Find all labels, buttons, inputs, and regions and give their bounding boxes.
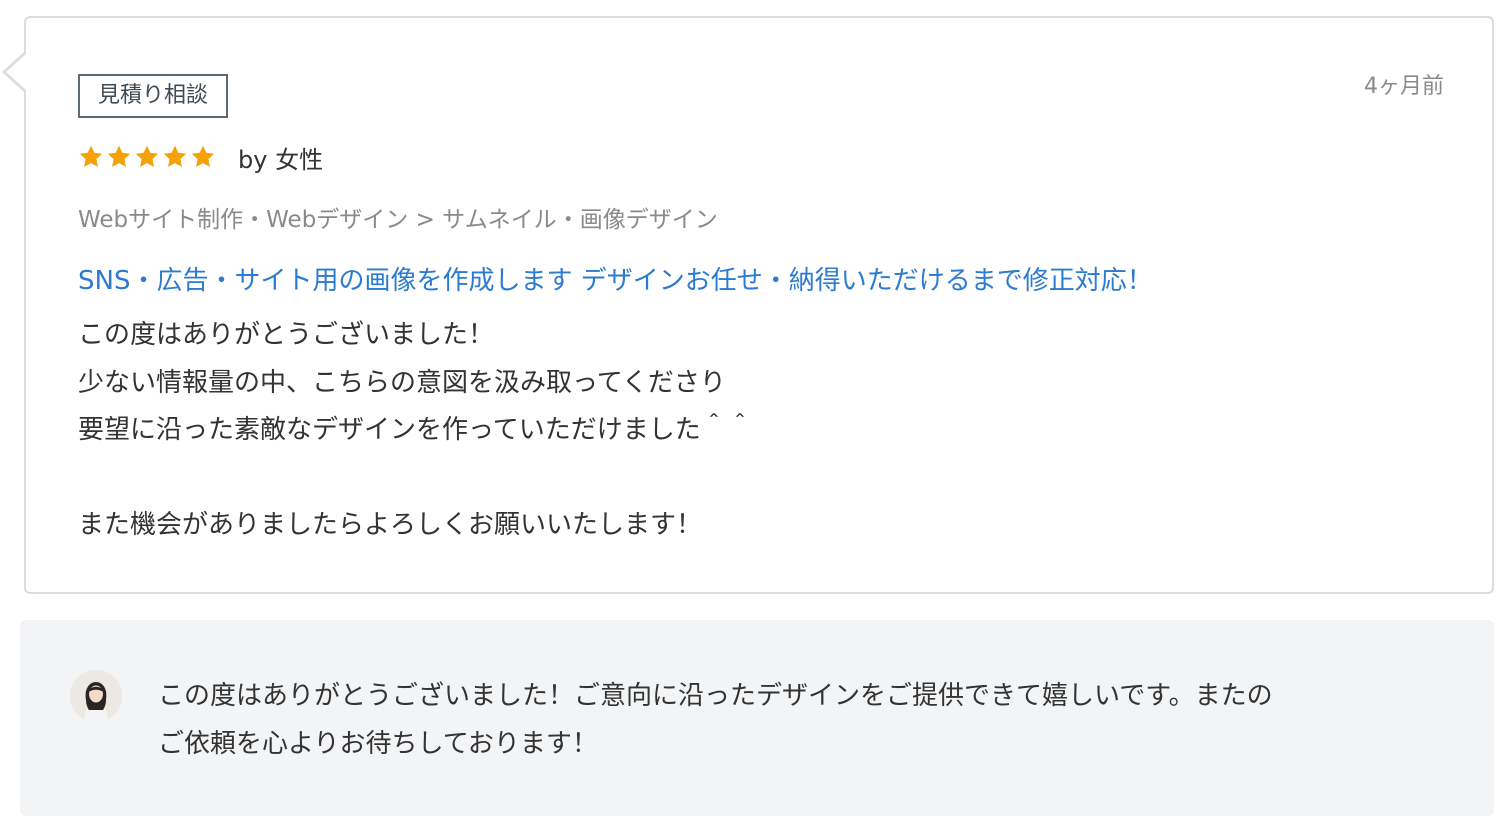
star-icon [78, 144, 104, 170]
comment-line: 要望に沿った素敵なデザインを作っていただけました＾＾ [78, 415, 753, 446]
seller-avatar[interactable] [70, 670, 122, 722]
star-rating [78, 144, 216, 170]
comment-line [78, 455, 1378, 503]
comment-line: また機会がありましたらよろしくお願いいたします！ [78, 510, 703, 541]
review-card: 見積り相談 4ヶ月前 by 女性 Webサイト制作・Webデザイン > サムネイ… [2, 16, 1494, 594]
comment-line: 少ない情報量の中、こちらの意図を汲み取ってくださり [78, 367, 726, 398]
star-icon [190, 144, 216, 170]
star-icon [134, 144, 160, 170]
star-icon [162, 144, 188, 170]
reply-line: ご依頼を心よりお待ちしております！ [158, 729, 598, 759]
seller-reply: この度はありがとうございました！ご意向に沿ったデザインをご提供できて嬉しいです。… [20, 620, 1494, 816]
reply-text: この度はありがとうございました！ご意向に沿ったデザインをご提供できて嬉しいです。… [158, 672, 1458, 768]
rating-row: by 女性 [78, 140, 323, 174]
request-type-tag: 見積り相談 [78, 74, 229, 118]
star-icon [106, 144, 132, 170]
card-pointer-fill [6, 54, 26, 90]
category-breadcrumb: Webサイト制作・Webデザイン > サムネイル・画像デザイン [78, 207, 718, 233]
review-page: 見積り相談 4ヶ月前 by 女性 Webサイト制作・Webデザイン > サムネイ… [0, 0, 1504, 828]
comment-line: この度はありがとうございました！ [78, 320, 495, 350]
service-title-link[interactable]: SNS・広告・サイト用の画像を作成します デザインお任せ・納得いただけるまで修正… [78, 264, 1153, 298]
review-comment: この度はありがとうございました！ 少ない情報量の中、こちらの意図を汲み取ってくだ… [78, 312, 1378, 550]
reviewer-label: by 女性 [238, 145, 324, 174]
review-time: 4ヶ月前 [1364, 74, 1444, 99]
reply-line: この度はありがとうございました！ご意向に沿ったデザインをご提供できて嬉しいです。… [158, 681, 1273, 711]
